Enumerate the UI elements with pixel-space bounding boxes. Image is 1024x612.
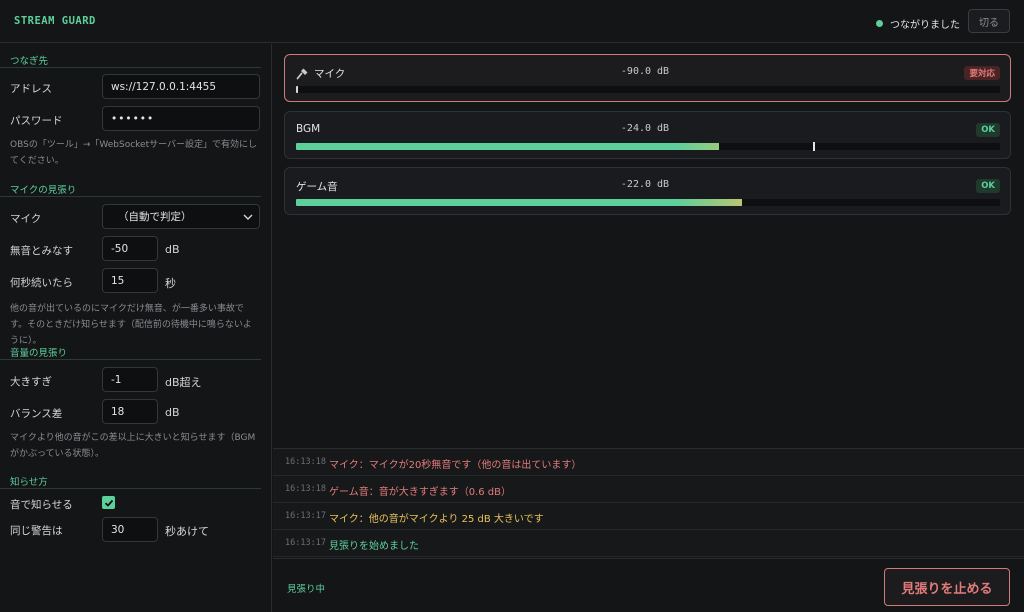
balance-unit: dB	[165, 406, 180, 419]
microphone-icon	[296, 68, 308, 80]
log-entry: 16:13:18 ゲーム音：音が大きすぎます（0.6 dB）	[273, 476, 1024, 503]
level-meter-track	[296, 143, 1000, 150]
meter-name: マイク	[296, 66, 345, 81]
silence-threshold-input[interactable]: -50	[102, 236, 158, 261]
meter-db-value: -90.0 dB	[620, 66, 670, 77]
settings-sidebar: つなぎ先 アドレス ws://127.0.0.1:4455 パスワード ••••…	[0, 44, 272, 612]
mic-label: マイク	[10, 213, 42, 225]
meter-card: ゲーム音 -22.0 dB OK	[284, 167, 1011, 215]
log-timestamp: 16:13:17	[285, 511, 326, 521]
log-entry: 16:13:18 マイク：マイクが20秒無音です（他の音は出ています）	[273, 449, 1024, 476]
stop-watching-button[interactable]: 見張りを止める	[884, 568, 1010, 606]
level-meter-track	[296, 199, 1000, 206]
top-bar: STREAM GUARD つながりました 切る	[0, 0, 1024, 43]
monitor-area: マイク -90.0 dB 要対応 BGM -24.0 dB OK ゲーム音 -22.0 dB O…	[273, 44, 1024, 612]
log-entry: 16:13:17 見張りを始めました	[273, 530, 1024, 557]
balance-threshold-input[interactable]: 18	[102, 399, 158, 424]
meter-db-value: -24.0 dB	[620, 123, 670, 134]
section-title-notify: 知らせ方	[10, 477, 48, 488]
sound-notify-checkbox[interactable]	[102, 496, 115, 509]
duration-label: 何秒続いたら	[10, 277, 73, 289]
log-entry: 16:13:17 マイク：他の音がマイクより 25 dB 大きいです	[273, 503, 1024, 530]
repeat-interval-input[interactable]: 30	[102, 517, 158, 542]
mic-select[interactable]: （自動で判定）	[102, 204, 260, 229]
meter-name-label: ゲーム音	[296, 181, 338, 193]
section-divider	[0, 359, 261, 360]
footer-bar: 見張り中 見張りを止める	[273, 558, 1024, 612]
repeat-label: 同じ警告は	[10, 525, 63, 537]
silence-label: 無音とみなす	[10, 245, 73, 257]
section-title-volume-watch: 音量の見張り	[10, 348, 68, 359]
status-badge: 要対応	[964, 66, 1000, 80]
checkmark-icon	[104, 499, 113, 507]
log-message: 見張りを始めました	[329, 541, 419, 552]
mic-watch-hint: 他の音が出ているのにマイクだけ無音、が一番多い事故です。そのときだけ知らせます（…	[10, 304, 252, 346]
connection-status: つながりました	[876, 16, 960, 31]
watch-status: 見張り中	[287, 584, 326, 595]
address-label: アドレス	[10, 83, 52, 95]
balance-label: バランス差	[10, 408, 63, 420]
loud-threshold-input[interactable]: -1	[102, 367, 158, 392]
duration-unit: 秒	[165, 277, 176, 290]
loud-unit: dB超え	[165, 376, 202, 389]
loud-label: 大きすぎ	[10, 376, 52, 388]
status-badge: OK	[976, 179, 1000, 193]
level-meter-fill	[296, 86, 298, 93]
chevron-down-icon	[243, 214, 253, 220]
status-badge: OK	[976, 123, 1000, 137]
meter-name-label: BGM	[296, 123, 321, 135]
address-input[interactable]: ws://127.0.0.1:4455	[102, 74, 260, 99]
log-message: ゲーム音：音が大きすぎます（0.6 dB）	[329, 487, 511, 498]
password-label: パスワード	[10, 115, 63, 127]
log-message: マイク：マイクが20秒無音です（他の音は出ています）	[329, 460, 582, 471]
section-divider	[0, 67, 261, 68]
level-meter-track	[296, 86, 1000, 93]
mic-select-value: （自動で判定）	[118, 211, 192, 223]
meter-name: BGM	[296, 123, 320, 135]
volume-watch-hint: マイクより他の音がこの差以上に大きいと知らせます（BGMがかぶっている状態）。	[10, 433, 256, 459]
meter-card: BGM -24.0 dB OK	[284, 111, 1011, 159]
app-title: STREAM GUARD	[14, 15, 96, 27]
log-timestamp: 16:13:18	[285, 457, 326, 467]
connect-hint: OBSの「ツール」→「WebSocketサーバー設定」で有効にしてください。	[10, 140, 258, 166]
meter-name: ゲーム音	[296, 179, 338, 194]
sound-notify-label: 音で知らせる	[10, 499, 73, 511]
meter-db-value: -22.0 dB	[620, 179, 670, 190]
repeat-unit: 秒あけて	[165, 525, 209, 538]
level-meter-fill	[296, 143, 719, 150]
status-dot-icon	[876, 20, 883, 27]
silence-unit: dB	[165, 243, 180, 256]
silence-duration-input[interactable]: 15	[102, 268, 158, 293]
section-divider	[0, 488, 261, 489]
section-divider	[0, 196, 261, 197]
section-title-mic-watch: マイクの見張り	[10, 185, 77, 196]
meter-name-label: マイク	[314, 68, 346, 80]
disconnect-button[interactable]: 切る	[968, 9, 1010, 33]
password-input[interactable]: ••••••	[102, 106, 260, 131]
meter-card: マイク -90.0 dB 要対応	[284, 54, 1011, 102]
section-title-connect: つなぎ先	[10, 56, 49, 67]
log-timestamp: 16:13:18	[285, 484, 326, 494]
connection-status-label: つながりました	[890, 20, 960, 31]
peak-marker	[813, 142, 815, 151]
log-timestamp: 16:13:17	[285, 538, 326, 548]
event-log: 16:13:18 マイク：マイクが20秒無音です（他の音は出ています） 16:13:…	[273, 448, 1024, 558]
log-message: マイク：他の音がマイクより 25 dB 大きいです	[329, 514, 544, 525]
level-meter-fill	[296, 199, 742, 206]
